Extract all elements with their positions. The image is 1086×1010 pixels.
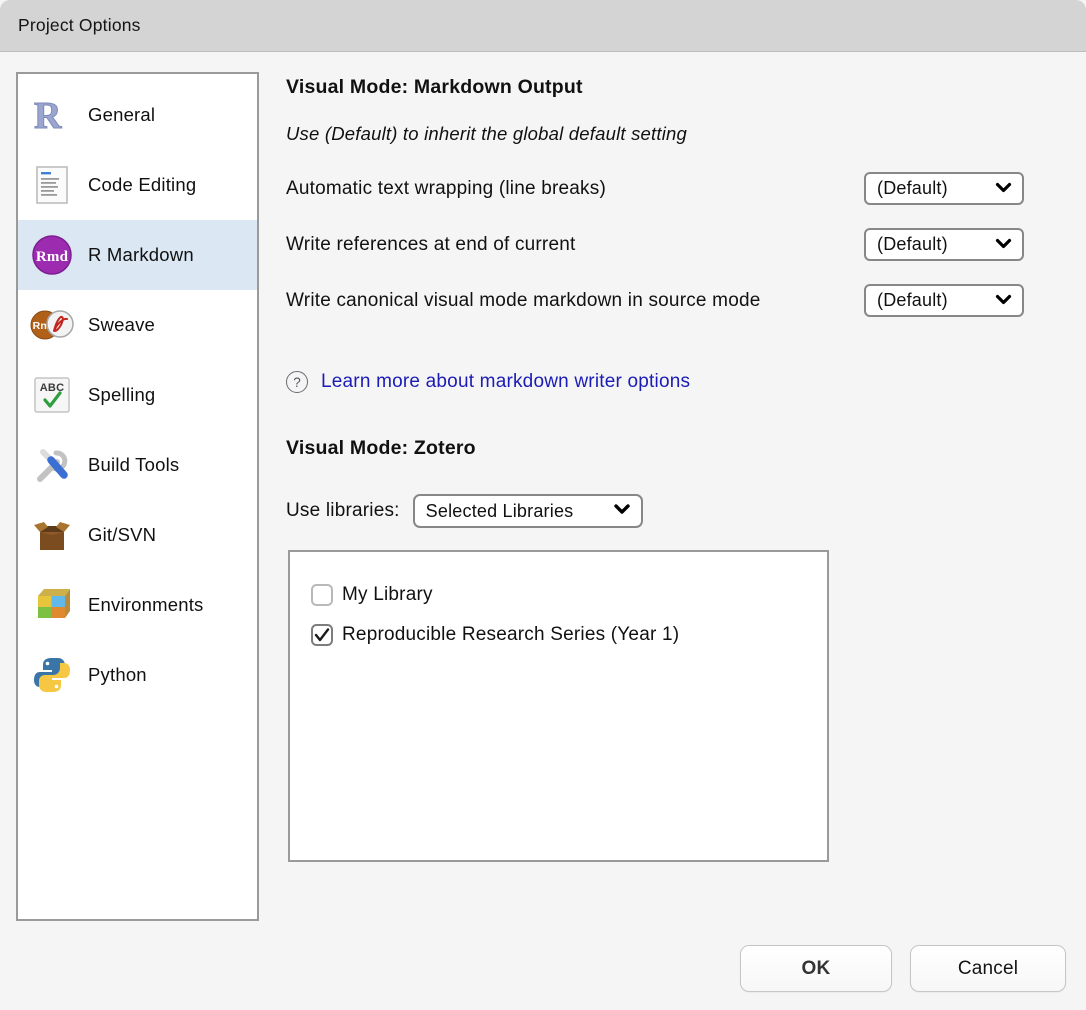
sidebar-item-r-markdown[interactable]: Rmd R Markdown — [18, 220, 257, 290]
option-row-canonical: Write canonical visual mode markdown in … — [286, 284, 1024, 350]
build-tools-icon — [30, 443, 74, 487]
code-file-icon — [30, 163, 74, 207]
select-value: (Default) — [877, 234, 948, 255]
markdown-help-row: ? Learn more about markdown writer optio… — [286, 369, 690, 395]
dialog-title: Project Options — [18, 15, 141, 36]
svg-text:R: R — [34, 95, 62, 135]
rmarkdown-icon: Rmd — [30, 233, 74, 277]
reproducible-research-checkbox[interactable] — [311, 624, 333, 646]
sidebar-item-code-editing[interactable]: Code Editing — [18, 150, 257, 220]
my-library-checkbox[interactable] — [311, 584, 333, 606]
sidebar-item-label: Environments — [88, 594, 204, 616]
option-row-text-wrapping: Automatic text wrapping (line breaks) (D… — [286, 172, 1024, 205]
sidebar-item-python[interactable]: Python — [18, 640, 257, 710]
use-libraries-row: Use libraries: Selected Libraries — [286, 494, 643, 528]
zotero-heading: Visual Mode: Zotero — [286, 437, 476, 460]
sidebar-item-sweave[interactable]: Rnw Sweave — [18, 290, 257, 360]
r-markdown-options-pane: Visual Mode: Markdown Output Use (Defaul… — [286, 72, 1024, 972]
git-svn-icon — [30, 513, 74, 557]
r-logo-icon: R — [30, 93, 74, 137]
spelling-icon: ABC — [30, 373, 74, 417]
library-row-my-library: My Library — [311, 575, 827, 615]
sidebar-item-label: Git/SVN — [88, 524, 156, 546]
ok-button-label: OK — [802, 958, 831, 980]
chevron-down-icon — [995, 292, 1012, 310]
checkmark-icon — [314, 628, 330, 642]
sidebar-item-git-svn[interactable]: Git/SVN — [18, 500, 257, 570]
references-select[interactable]: (Default) — [864, 228, 1024, 261]
zotero-libraries-listbox: My Library Reproducible Research Series … — [288, 550, 829, 862]
sidebar-item-label: Python — [88, 664, 147, 686]
sidebar-item-general[interactable]: R General — [18, 80, 257, 150]
question-mark-icon: ? — [286, 371, 308, 393]
markdown-writer-help-link[interactable]: Learn more about markdown writer options — [321, 371, 690, 393]
use-libraries-label: Use libraries: — [286, 500, 400, 522]
cancel-button-label: Cancel — [958, 958, 1018, 980]
chevron-down-icon — [613, 502, 631, 520]
library-row-reproducible-research: Reproducible Research Series (Year 1) — [311, 615, 827, 655]
title-bar: Project Options — [0, 0, 1086, 52]
use-libraries-select[interactable]: Selected Libraries — [413, 494, 643, 528]
library-label: Reproducible Research Series (Year 1) — [342, 624, 679, 646]
sweave-icon: Rnw — [30, 303, 74, 347]
project-options-dialog: Project Options R General — [0, 0, 1086, 1010]
sidebar-item-label: Sweave — [88, 314, 155, 336]
sidebar-item-spelling[interactable]: ABC Spelling — [18, 360, 257, 430]
sidebar-item-label: Code Editing — [88, 174, 196, 196]
python-icon — [30, 653, 74, 697]
sidebar-item-label: R Markdown — [88, 244, 194, 266]
sidebar-item-build-tools[interactable]: Build Tools — [18, 430, 257, 500]
select-value: (Default) — [877, 290, 948, 311]
options-category-list: R General Code Editing — [16, 72, 259, 921]
svg-text:Rmd: Rmd — [36, 249, 69, 265]
sidebar-item-label: Spelling — [88, 384, 155, 406]
option-row-references: Write references at end of current (Defa… — [286, 228, 1024, 261]
default-inherit-note: Use (Default) to inherit the global defa… — [286, 123, 687, 145]
ok-button[interactable]: OK — [740, 945, 892, 992]
cancel-button[interactable]: Cancel — [910, 945, 1066, 992]
option-label: Automatic text wrapping (line breaks) — [286, 174, 606, 204]
select-value: Selected Libraries — [426, 501, 574, 522]
text-wrapping-select[interactable]: (Default) — [864, 172, 1024, 205]
chevron-down-icon — [995, 236, 1012, 254]
sidebar-item-label: General — [88, 104, 155, 126]
library-label: My Library — [342, 584, 433, 606]
sidebar-item-environments[interactable]: Environments — [18, 570, 257, 640]
option-label: Write canonical visual mode markdown in … — [286, 286, 761, 316]
canonical-select[interactable]: (Default) — [864, 284, 1024, 317]
environments-icon — [30, 583, 74, 627]
sidebar-item-label: Build Tools — [88, 454, 179, 476]
chevron-down-icon — [995, 180, 1012, 198]
markdown-output-heading: Visual Mode: Markdown Output — [286, 76, 583, 99]
option-label: Write references at end of current — [286, 230, 575, 260]
select-value: (Default) — [877, 178, 948, 199]
